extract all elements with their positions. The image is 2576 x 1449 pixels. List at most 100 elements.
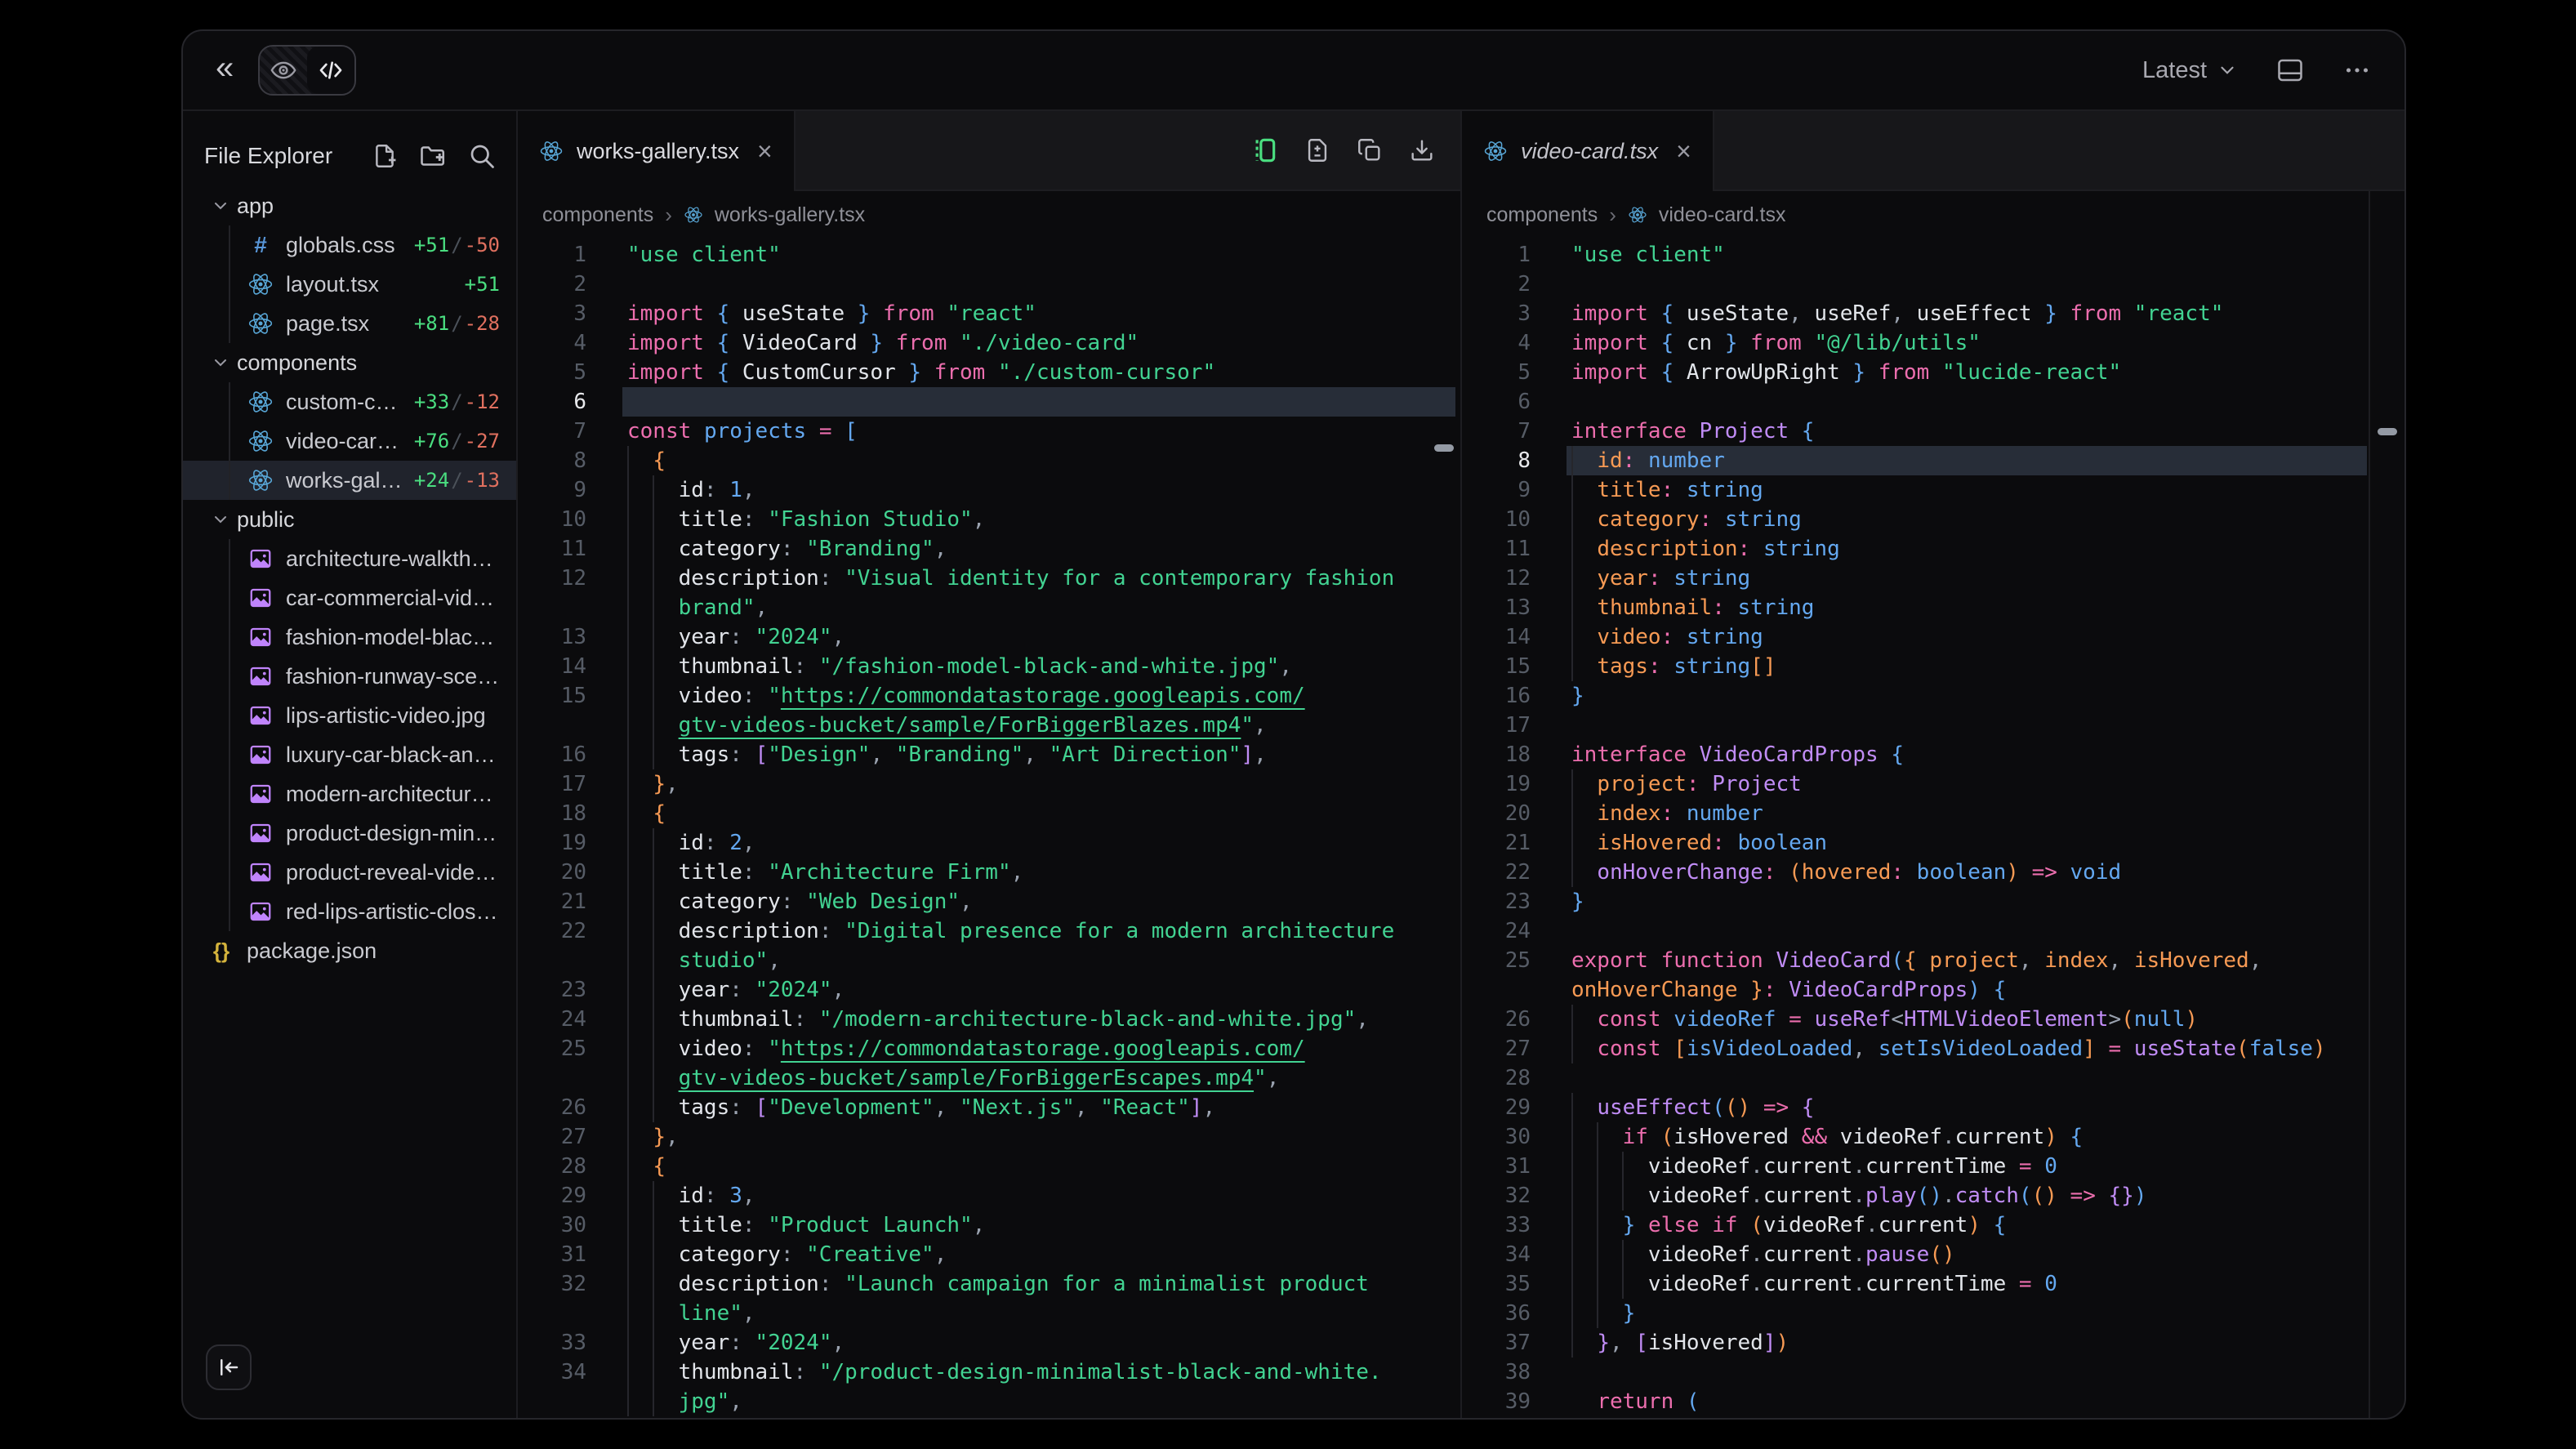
code-line[interactable]: line",: [518, 1299, 1460, 1328]
code-line[interactable]: 39 return (: [1462, 1387, 2404, 1416]
code-line[interactable]: 24: [1462, 916, 2404, 946]
code-line[interactable]: 33 year: "2024",: [518, 1328, 1460, 1358]
code-line[interactable]: 22 description: "Digital presence for a …: [518, 916, 1460, 946]
code-line[interactable]: 2: [1462, 270, 2404, 299]
code-line[interactable]: 16 tags: ["Design", "Branding", "Art Dir…: [518, 740, 1460, 769]
code-line[interactable]: 1"use client": [1462, 240, 2404, 270]
code-line[interactable]: 9 title: string: [1462, 475, 2404, 505]
code-line[interactable]: 29 id: 3,: [518, 1181, 1460, 1210]
code-line[interactable]: 17 },: [518, 769, 1460, 799]
code-line[interactable]: 26 tags: ["Development", "Next.js", "Rea…: [518, 1093, 1460, 1122]
sidebar-file-car-commercial-video-[interactable]: car-commercial-video…: [183, 578, 516, 617]
sidebar-file-modern-architecture-[interactable]: modern-architecture-…: [183, 774, 516, 814]
sidebar-file-fashion-runway-scen-[interactable]: fashion-runway-scen…: [183, 657, 516, 696]
code-line[interactable]: brand",: [518, 593, 1460, 622]
code-line[interactable]: 25export function VideoCard({ project, i…: [1462, 946, 2404, 975]
code-line[interactable]: 19 project: Project: [1462, 769, 2404, 799]
search-icon[interactable]: [467, 141, 497, 171]
code-line[interactable]: 7interface Project {: [1462, 417, 2404, 446]
code-line[interactable]: 15 tags: string[]: [1462, 652, 2404, 681]
code-line[interactable]: 6: [1462, 387, 2404, 417]
sidebar-file-product-design-minim-[interactable]: product-design-minim…: [183, 814, 516, 853]
code-line[interactable]: 7const projects = [: [518, 417, 1460, 446]
code-line[interactable]: 9 id: 1,: [518, 475, 1460, 505]
scrollbar-thumb[interactable]: [1434, 444, 1454, 452]
sidebar-file-red-lips-artistic-close-[interactable]: red-lips-artistic-close…: [183, 892, 516, 931]
code-line[interactable]: 12 year: string: [1462, 564, 2404, 593]
breadcrumb-folder[interactable]: components: [542, 203, 653, 227]
breadcrumb-file[interactable]: works-gallery.tsx: [715, 203, 865, 227]
code-line[interactable]: 8 id: number: [1462, 446, 2404, 475]
code-line[interactable]: 28: [1462, 1063, 2404, 1093]
code-line[interactable]: 32 description: "Launch campaign for a m…: [518, 1269, 1460, 1299]
sidebar-folder-public[interactable]: public: [183, 500, 516, 539]
code-line[interactable]: 24 thumbnail: "/modern-architecture-blac…: [518, 1005, 1460, 1034]
code-line[interactable]: 37 }, [isHovered]): [1462, 1328, 2404, 1358]
sidebar-folder-components[interactable]: components: [183, 343, 516, 382]
code-line[interactable]: 22 onHoverChange: (hovered: boolean) => …: [1462, 858, 2404, 887]
sidebar-file-page.tsx[interactable]: page.tsx+81/-28: [183, 304, 516, 343]
sidebar-file-layout.tsx[interactable]: layout.tsx+51: [183, 265, 516, 304]
code-toggle-button[interactable]: [307, 47, 354, 94]
code-line[interactable]: 32 videoRef.current.play().catch(() => {…: [1462, 1181, 2404, 1210]
code-line[interactable]: 18interface VideoCardProps {: [1462, 740, 2404, 769]
code-line[interactable]: 33 } else if (videoRef.current) {: [1462, 1210, 2404, 1240]
code-line[interactable]: 5import { ArrowUpRight } from "lucide-re…: [1462, 358, 2404, 387]
code-editor-works-gallery[interactable]: 1"use client"23import { useState } from …: [518, 239, 1460, 1418]
code-line[interactable]: 21 isHovered: boolean: [1462, 828, 2404, 858]
code-line[interactable]: 28 {: [518, 1152, 1460, 1181]
sidebar-file-product-reveal-video.j-[interactable]: product-reveal-video.j…: [183, 853, 516, 892]
breadcrumb-folder[interactable]: components: [1486, 203, 1598, 227]
code-line[interactable]: 23}: [1462, 887, 2404, 916]
code-line[interactable]: 18 {: [518, 799, 1460, 828]
version-dropdown[interactable]: Latest: [2142, 57, 2238, 84]
tab-video-card[interactable]: video-card.tsx ×: [1462, 111, 1714, 191]
code-line[interactable]: 1"use client": [518, 240, 1460, 270]
code-line[interactable]: 13 year: "2024",: [518, 622, 1460, 652]
code-line[interactable]: 36 }: [1462, 1299, 2404, 1328]
code-line[interactable]: 31 videoRef.current.currentTime = 0: [1462, 1152, 2404, 1181]
code-line[interactable]: 35 videoRef.current.currentTime = 0: [1462, 1269, 2404, 1299]
code-line[interactable]: 38: [1462, 1358, 2404, 1387]
scrollbar-thumb[interactable]: [2378, 428, 2397, 435]
code-line[interactable]: 26 const videoRef = useRef<HTMLVideoElem…: [1462, 1005, 2404, 1034]
code-line[interactable]: 19 id: 2,: [518, 828, 1460, 858]
code-line[interactable]: 14 thumbnail: "/fashion-model-black-and-…: [518, 652, 1460, 681]
code-line[interactable]: 30 if (isHovered && videoRef.current) {: [1462, 1122, 2404, 1152]
code-line[interactable]: 20 title: "Architecture Firm",: [518, 858, 1460, 887]
code-line[interactable]: 16}: [1462, 681, 2404, 711]
code-line[interactable]: 20 index: number: [1462, 799, 2404, 828]
code-line[interactable]: 21 category: "Web Design",: [518, 887, 1460, 916]
sidebar-folder-app[interactable]: app: [183, 186, 516, 225]
panel-layout-button[interactable]: [2275, 56, 2305, 85]
sidebar-file-video-card.tsx[interactable]: video-card.tsx+76/-27: [183, 421, 516, 461]
code-line[interactable]: jpg",: [518, 1387, 1460, 1416]
code-line[interactable]: 10 title: "Fashion Studio",: [518, 505, 1460, 534]
code-line[interactable]: 29 useEffect(() => {: [1462, 1093, 2404, 1122]
code-line[interactable]: 4import { VideoCard } from "./video-card…: [518, 328, 1460, 358]
code-editor-video-card[interactable]: 1"use client"23import { useState, useRef…: [1462, 239, 2404, 1418]
code-line[interactable]: 27 },: [518, 1122, 1460, 1152]
sidebar-file-package.json[interactable]: {}package.json: [183, 931, 516, 970]
code-line[interactable]: 23 year: "2024",: [518, 975, 1460, 1005]
collapse-panel-icon[interactable]: «: [216, 51, 234, 84]
code-line[interactable]: 15 video: "https://commondatastorage.goo…: [518, 681, 1460, 711]
code-line[interactable]: 34 videoRef.current.pause(): [1462, 1240, 2404, 1269]
code-line[interactable]: 2: [518, 270, 1460, 299]
code-line[interactable]: 4import { cn } from "@/lib/utils": [1462, 328, 2404, 358]
code-line[interactable]: 30 title: "Product Launch",: [518, 1210, 1460, 1240]
sidebar-file-custom-curs-[interactable]: custom-curs…+33/-12: [183, 382, 516, 421]
more-options-button[interactable]: [2342, 56, 2372, 85]
sidebar-file-globals.css[interactable]: #globals.css+51/-50: [183, 225, 516, 265]
close-tab-icon[interactable]: ×: [757, 138, 773, 164]
code-line[interactable]: 3import { useState, useRef, useEffect } …: [1462, 299, 2404, 328]
code-line[interactable]: 31 category: "Creative",: [518, 1240, 1460, 1269]
new-file-button[interactable]: [371, 142, 399, 170]
preview-toggle-button[interactable]: [260, 47, 307, 94]
breadcrumb-file[interactable]: video-card.tsx: [1659, 203, 1786, 227]
sidebar-file-lips-artistic-video.jpg[interactable]: lips-artistic-video.jpg: [183, 696, 516, 735]
code-line[interactable]: 34 thumbnail: "/product-design-minimalis…: [518, 1358, 1460, 1387]
code-line[interactable]: 27 const [isVideoLoaded, setIsVideoLoade…: [1462, 1034, 2404, 1063]
sidebar-file-architecture-walkthro-[interactable]: architecture-walkthro…: [183, 539, 516, 578]
code-line[interactable]: 6: [518, 387, 1460, 417]
